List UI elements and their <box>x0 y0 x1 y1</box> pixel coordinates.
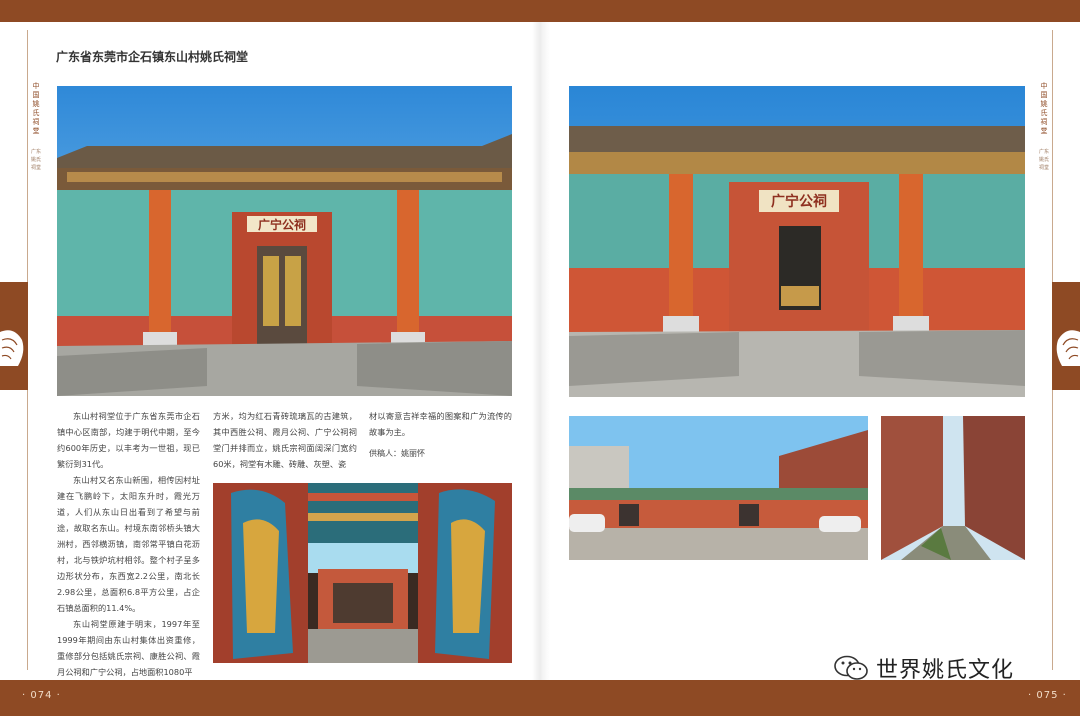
ornament-tab-right <box>1052 282 1080 390</box>
paragraph: 材以寄意吉祥幸福的图案和广为流传的故事为主。 <box>369 411 512 437</box>
paragraph: 东山祠堂原建于明末，1997年至1999年期间由东山村集体出资重修，重修部分包括… <box>57 619 200 677</box>
top-band <box>0 0 1080 22</box>
side-title-right: 中国姚氏祠堂 <box>1040 82 1048 135</box>
photo-village-halls-row <box>569 416 868 560</box>
article-title: 广东省东莞市企石镇东山村姚氏祠堂 <box>56 50 249 64</box>
text-column-3: 材以寄意吉祥幸福的图案和广为流传的故事为主。 供稿人：姚丽怀 <box>369 408 512 480</box>
side-subtitle-left: 广东姚氏祠堂 <box>30 149 41 171</box>
paragraph: 东山村又名东山新围，相传因村址建在飞鹏岭下，太阳东升时，霞光万道，人们从东山日出… <box>57 475 200 613</box>
bottom-band <box>0 680 1080 716</box>
photo-ancestral-hall-front: 广宁公祠 <box>57 86 512 396</box>
paragraph: 方米，均为红石青砖琉璃瓦的古建筑，其中西胜公祠、霞月公祠、广宁公祠祠堂门并排而立… <box>213 411 357 469</box>
text-column-1: 东山村祠堂位于广东省东莞市企石镇中心区南部，均建于明代中期，至今约600年历史，… <box>57 408 200 677</box>
hall-plaque-left: 广宁公祠 <box>258 217 306 232</box>
side-subtitle-right: 广东姚氏祠堂 <box>1038 149 1049 171</box>
editor-credit: 供稿人：姚丽怀 <box>369 446 512 462</box>
watermark: 世界姚氏文化 <box>834 652 1014 684</box>
photo-door-gods-interior <box>213 483 512 663</box>
page-number-right: · 075 · <box>1028 690 1067 701</box>
hall-plaque-right: 广宁公祠 <box>771 193 827 210</box>
book-gutter <box>532 22 550 680</box>
paragraph: 东山村祠堂位于广东省东莞市企石镇中心区南部，均建于明代中期，至今约600年历史，… <box>57 411 200 469</box>
editor-label: 供稿人： <box>369 449 401 458</box>
editor-name: 姚丽怀 <box>401 449 425 458</box>
page-number-left: · 074 · <box>22 690 61 701</box>
ornament-tab-left <box>0 282 28 390</box>
side-title-left: 中国姚氏祠堂 <box>32 82 40 135</box>
watermark-text: 世界姚氏文化 <box>876 658 1015 683</box>
text-column-2: 方米，均为红石青砖琉璃瓦的古建筑，其中西胜公祠、霞月公祠、广宁公祠祠堂门并排而立… <box>213 408 357 480</box>
photo-narrow-alley <box>881 416 1025 560</box>
photo-ancestral-hall-frontal: 广宁公祠 <box>569 86 1025 397</box>
wechat-icon <box>834 655 868 680</box>
